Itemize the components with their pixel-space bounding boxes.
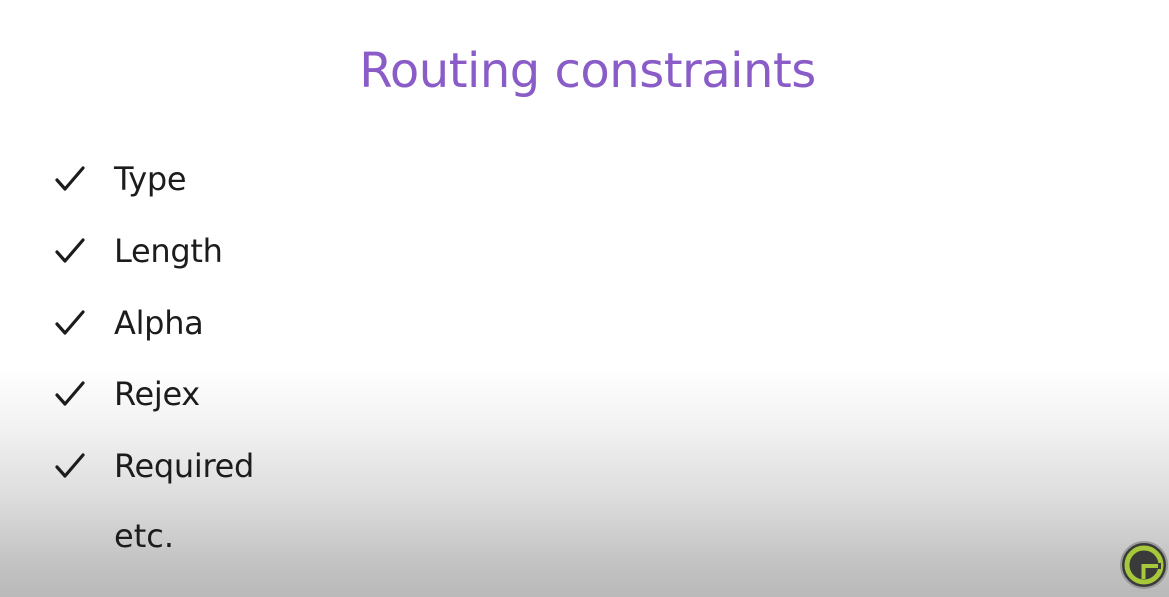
list-item: Length xyxy=(54,231,454,279)
list-item-label: Rejex xyxy=(114,375,200,413)
list-item-label: Length xyxy=(114,232,223,270)
list-item: Rejex xyxy=(54,374,454,422)
list-item-label: Type xyxy=(114,160,187,198)
checkmark-icon xyxy=(55,381,85,406)
slide-title: Routing constraints xyxy=(359,43,816,99)
logo-icon xyxy=(1120,541,1168,589)
list-item: Required xyxy=(54,446,454,494)
checkmark-icon xyxy=(55,310,85,335)
slide: Routing constraints Type Length Alpha Re… xyxy=(0,0,1169,597)
checkmark-icon xyxy=(55,238,85,263)
footer-text: etc. xyxy=(114,517,174,555)
checkmark-icon xyxy=(55,453,85,478)
list-item-label: Required xyxy=(114,447,255,485)
list-item: Type xyxy=(54,159,454,207)
list-item: Alpha xyxy=(54,303,454,351)
list-item-label: Alpha xyxy=(114,304,204,342)
checkmark-icon xyxy=(55,166,85,191)
